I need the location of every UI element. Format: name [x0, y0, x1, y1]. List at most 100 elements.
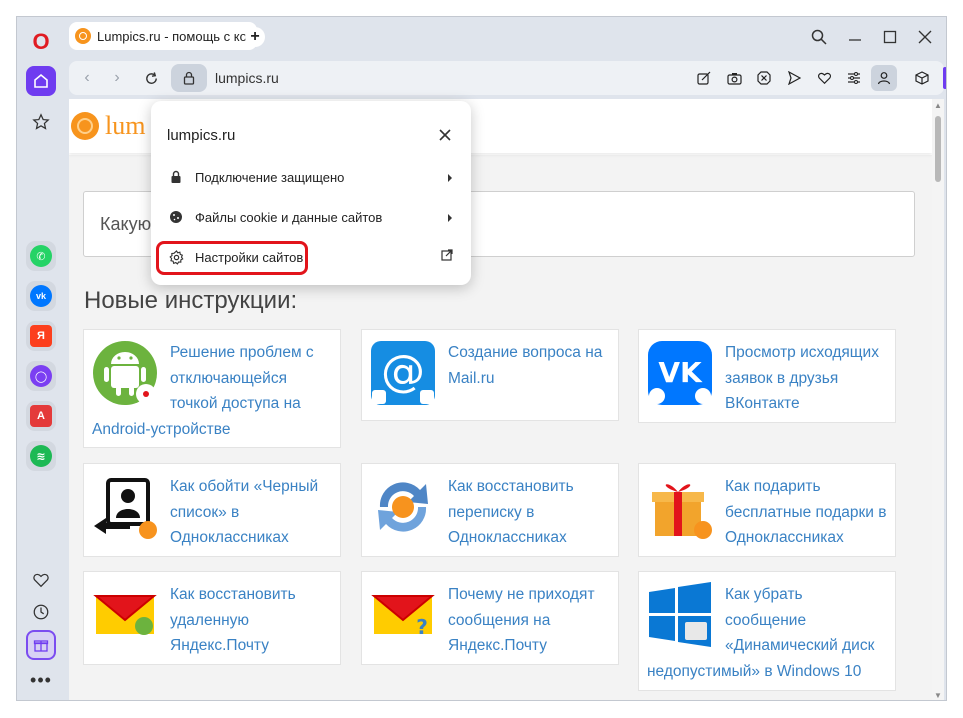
edit-icon[interactable]	[689, 63, 719, 93]
yandex-button[interactable]: Я	[26, 321, 56, 351]
favorites-button[interactable]	[26, 565, 56, 595]
article-card[interactable]: Как подарить бесплатные подарки в Однокл…	[638, 463, 896, 557]
opera-logo-icon[interactable]: O	[26, 27, 56, 57]
yandex-icon: Я	[30, 325, 52, 347]
article-card[interactable]: Как восстановить удаленную Яндекс.Почту	[83, 571, 341, 665]
highlight-box	[156, 241, 308, 275]
popup-title: lumpics.ru	[167, 127, 236, 144]
lock-icon	[183, 71, 195, 85]
search-icon	[811, 29, 827, 45]
back-button[interactable]: ‹	[75, 66, 99, 90]
home-button[interactable]	[26, 66, 56, 96]
close-icon	[439, 129, 451, 141]
forward-button[interactable]: ›	[105, 66, 129, 90]
article-card[interactable]: Как обойти «Черный список» в Одноклассни…	[83, 463, 341, 557]
browser-window: O ✆ vk Я ◯ A ≋ ••• Lumpics.ru - помощь с…	[16, 16, 947, 701]
page-scrollbar[interactable]: ▲ ▼	[932, 99, 944, 700]
alice-button[interactable]: ◯	[26, 361, 56, 391]
sidebar: O ✆ vk Я ◯ A ≋ •••	[17, 17, 65, 700]
extensions-accent	[943, 67, 946, 89]
profile-icon[interactable]	[871, 65, 897, 91]
lock-icon	[167, 170, 185, 184]
gift-button[interactable]	[26, 630, 56, 660]
gift-icon	[33, 640, 49, 652]
svg-text:@: @	[381, 346, 425, 397]
search-placeholder: Какую	[100, 213, 152, 234]
scroll-up-arrow-icon[interactable]: ▲	[934, 101, 942, 110]
vk-icon: vk	[30, 285, 52, 307]
site-logo[interactable]: lum	[71, 111, 145, 141]
cookies-item[interactable]: Файлы cookie и данные сайтов	[167, 202, 457, 232]
scroll-down-arrow-icon[interactable]: ▼	[934, 691, 942, 700]
url-text[interactable]: lumpics.ru	[215, 70, 279, 86]
bookmarks-button[interactable]	[26, 107, 56, 137]
easy-setup-icon[interactable]	[839, 63, 869, 93]
orange-logo-icon	[71, 112, 99, 140]
chevron-right-icon	[447, 171, 453, 186]
star-icon	[32, 113, 50, 130]
svg-text:VK: VK	[658, 356, 703, 389]
whatsapp-icon: ✆	[30, 245, 52, 267]
translator-icon: A	[30, 405, 52, 427]
address-toolbar: ‹ › lumpics.ru	[69, 61, 946, 95]
article-card[interactable]: @ Создание вопроса на Mail.ru	[361, 329, 619, 421]
article-card[interactable]: VK Просмотр исходящих заявок в друзья ВК…	[638, 329, 896, 423]
spotify-button[interactable]: ≋	[26, 441, 56, 471]
clock-icon	[33, 604, 49, 620]
site-info-button[interactable]	[171, 64, 207, 92]
spotify-icon: ≋	[30, 445, 52, 467]
article-card[interactable]: Решение проблем с отключающейся точкой д…	[83, 329, 341, 448]
close-window-button[interactable]	[913, 25, 937, 49]
toolbar-actions	[689, 61, 897, 95]
cookie-icon	[167, 210, 185, 224]
vk-button[interactable]: vk	[26, 281, 56, 311]
restore-arrows-icon	[370, 474, 436, 540]
article-card[interactable]: ? Почему не приходят сообщения на Яндекс…	[361, 571, 619, 665]
heart-icon[interactable]	[809, 63, 839, 93]
site-logo-text: lum	[105, 111, 146, 140]
maximize-button[interactable]	[878, 25, 902, 49]
maximize-icon	[883, 30, 897, 44]
adblock-icon[interactable]	[749, 63, 779, 93]
popup-close-button[interactable]	[435, 125, 455, 145]
minimize-button[interactable]	[843, 25, 867, 49]
address-bar[interactable]: lumpics.ru	[171, 64, 681, 92]
heart-icon	[33, 573, 49, 588]
reload-button[interactable]	[139, 66, 163, 90]
article-card[interactable]: Как убрать сообщение «Динамический диск …	[638, 571, 896, 691]
search-tabs-button[interactable]	[807, 25, 831, 49]
new-tab-button[interactable]: +	[245, 27, 265, 47]
section-title: Новые инструкции:	[84, 287, 298, 314]
gift-box-icon	[647, 474, 713, 540]
history-button[interactable]	[26, 597, 56, 627]
android-icon	[92, 340, 158, 406]
yandex-mail-icon	[92, 582, 158, 648]
vk-logo-icon: VK	[647, 340, 713, 406]
article-card[interactable]: Как восстановить переписку в Одноклассни…	[361, 463, 619, 557]
camera-icon[interactable]	[719, 63, 749, 93]
minimize-icon	[849, 39, 861, 41]
windows-logo-icon	[647, 582, 713, 648]
plus-icon: +	[250, 28, 260, 45]
forward-arrow-icon: ›	[114, 69, 120, 86]
whatsapp-button[interactable]: ✆	[26, 241, 56, 271]
cookies-label: Файлы cookie и данные сайтов	[195, 209, 383, 225]
tab-title: Lumpics.ru - помощь с ко	[97, 28, 247, 44]
svg-text:?: ?	[416, 615, 428, 639]
send-icon[interactable]	[779, 63, 809, 93]
reload-icon	[145, 71, 157, 84]
tab-lumpics[interactable]: Lumpics.ru - помощь с ко	[69, 22, 257, 50]
home-icon	[34, 73, 48, 88]
external-link-icon	[441, 249, 453, 264]
connection-secure-item[interactable]: Подключение защищено	[167, 162, 457, 192]
mail-at-icon: @	[370, 340, 436, 406]
blacklist-icon	[92, 474, 158, 540]
orange-icon	[75, 28, 91, 44]
site-info-popup: lumpics.ru Подключение защищено Файлы co…	[151, 101, 471, 285]
more-menu-icon[interactable]: •••	[26, 665, 56, 695]
scroll-thumb[interactable]	[935, 116, 941, 182]
cube-icon[interactable]	[907, 63, 937, 93]
connection-secure-label: Подключение защищено	[195, 169, 345, 185]
translator-button[interactable]: A	[26, 401, 56, 431]
chevron-right-icon	[447, 211, 453, 226]
